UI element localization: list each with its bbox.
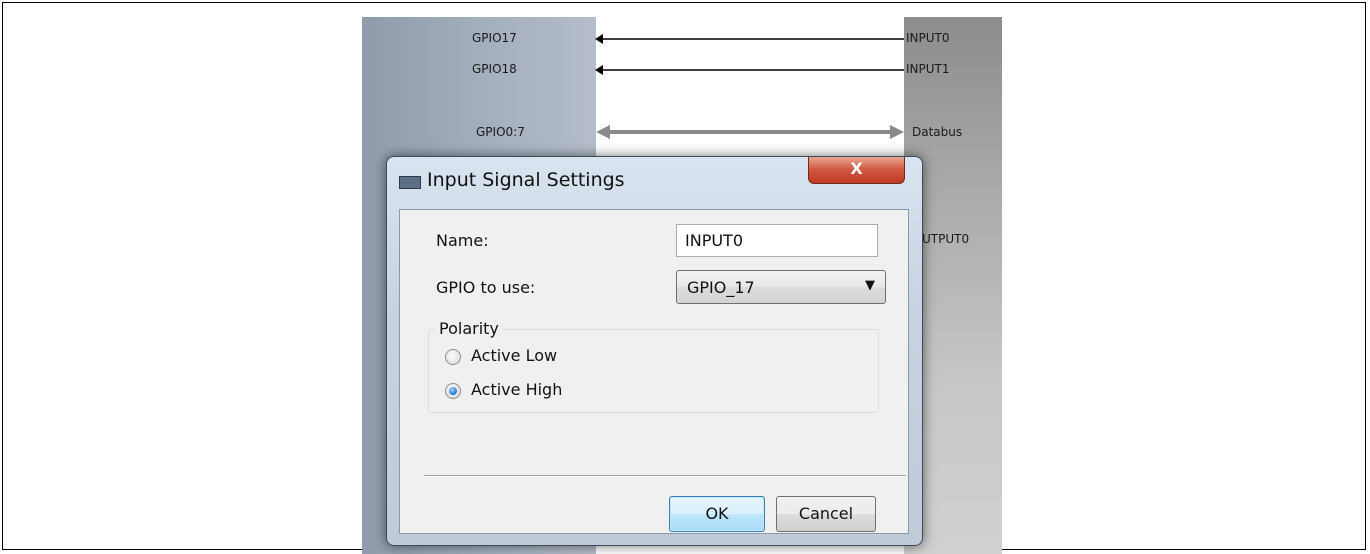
gpio-label: GPIO to use: bbox=[436, 278, 536, 297]
databus-right-arrowhead bbox=[890, 125, 904, 139]
active-low-label[interactable]: Active Low bbox=[471, 346, 557, 365]
close-button[interactable]: X bbox=[808, 157, 905, 184]
left-label-gpio17: GPIO17 bbox=[472, 31, 517, 45]
right-label-input0: INPUT0 bbox=[906, 31, 950, 45]
active-low-radio[interactable] bbox=[445, 349, 461, 365]
databus-left-arrowhead bbox=[596, 125, 610, 139]
cancel-button[interactable]: Cancel bbox=[776, 496, 876, 532]
close-icon: X bbox=[850, 159, 863, 178]
left-label-gpio18: GPIO18 bbox=[472, 62, 517, 76]
ok-button[interactable]: OK bbox=[669, 496, 765, 532]
screenshot: GPIO17 GPIO18 GPIO0:7 INPUT0 INPUT1 Data… bbox=[362, 17, 1002, 554]
polarity-legend: Polarity bbox=[435, 319, 503, 338]
input-signal-settings-dialog: Input Signal Settings X Name: INPUT0 GPI… bbox=[386, 156, 923, 546]
window-icon bbox=[399, 176, 421, 189]
button-separator bbox=[424, 475, 906, 477]
name-label: Name: bbox=[436, 231, 489, 250]
chevron-down-icon: ▼ bbox=[865, 278, 875, 293]
polarity-group: Polarity Active Low Active High bbox=[428, 319, 879, 413]
gpio17-arrowhead bbox=[595, 34, 603, 44]
right-label-output0: UTPUT0 bbox=[922, 232, 970, 246]
right-label-databus: Databus bbox=[912, 125, 963, 139]
left-label-gpio0-7: GPIO0:7 bbox=[476, 125, 525, 139]
dialog-client-area: Name: INPUT0 GPIO to use: GPIO_17 ▼ Pola… bbox=[399, 209, 909, 534]
active-high-radio[interactable] bbox=[445, 383, 461, 399]
gpio-select[interactable]: GPIO_17 ▼ bbox=[676, 270, 886, 304]
name-input[interactable]: INPUT0 bbox=[676, 224, 878, 257]
radio-selected-dot bbox=[449, 387, 457, 395]
gpio18-arrowhead bbox=[595, 65, 603, 75]
dialog-title: Input Signal Settings bbox=[427, 169, 625, 191]
gpio-selected-value: GPIO_17 bbox=[687, 278, 755, 297]
right-label-input1: INPUT1 bbox=[906, 62, 950, 76]
active-high-label[interactable]: Active High bbox=[471, 380, 562, 399]
